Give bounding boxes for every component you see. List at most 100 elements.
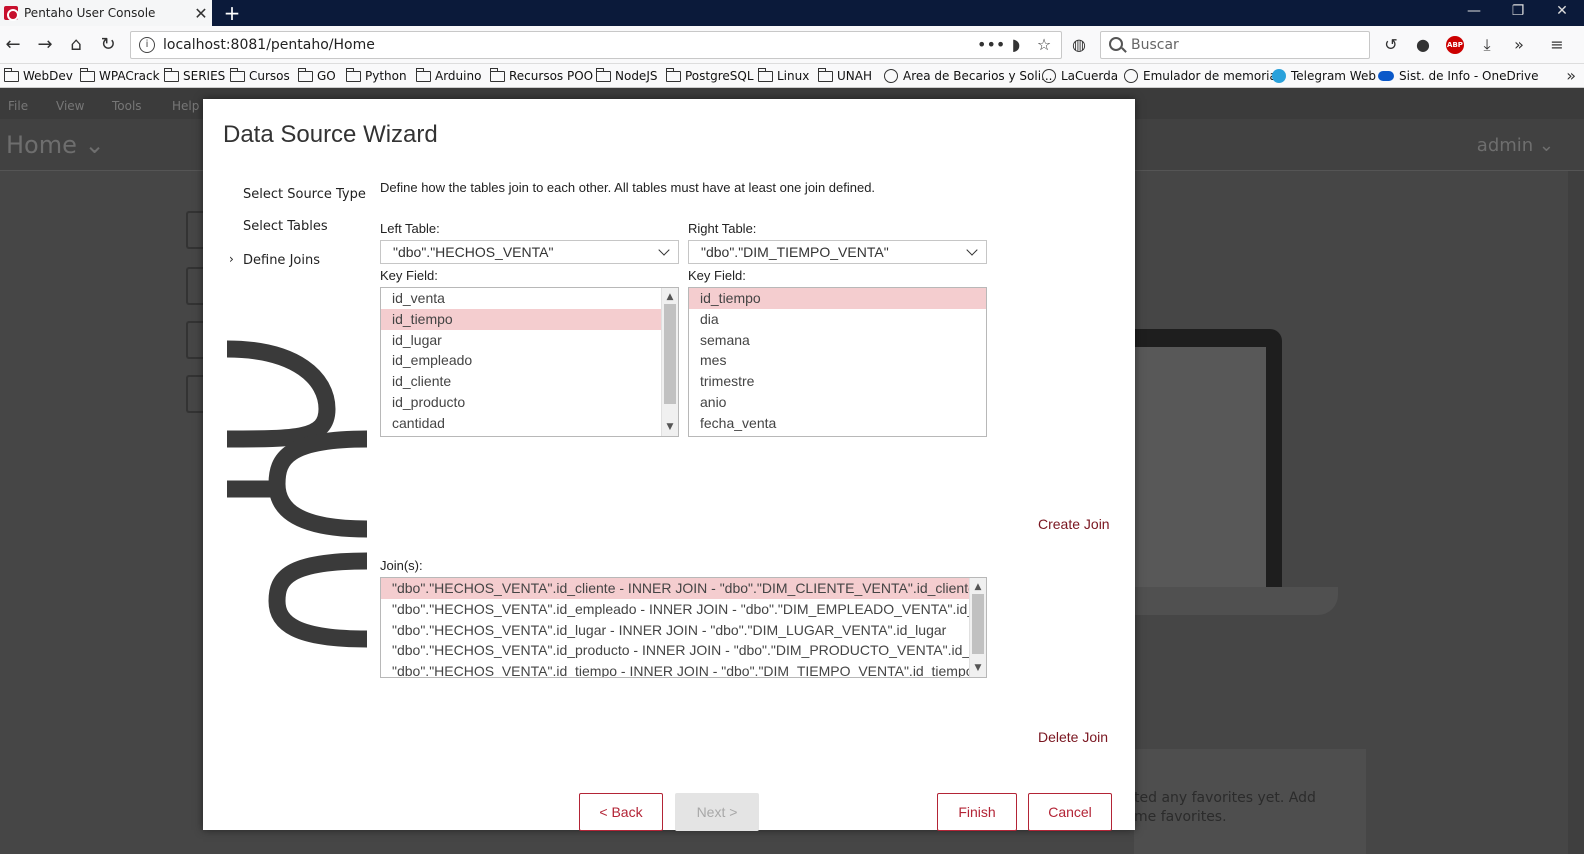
bookmark-item[interactable]: SERIES bbox=[164, 67, 225, 85]
step-define-joins[interactable]: Define Joins bbox=[243, 253, 320, 268]
bookmark-label: Python bbox=[365, 69, 407, 83]
close-window-icon[interactable]: ✕ bbox=[1540, 0, 1584, 26]
url-text[interactable]: localhost:8081/pentaho/Home bbox=[163, 37, 375, 53]
scrollbar-thumb[interactable] bbox=[972, 594, 984, 654]
bookmark-item[interactable]: WebDev bbox=[4, 67, 73, 85]
bookmark-item[interactable]: WPACrack bbox=[80, 67, 160, 85]
bookmark-item[interactable]: GO bbox=[298, 67, 336, 85]
joins-scrollbar[interactable]: ▲ ▼ bbox=[969, 578, 986, 677]
user-menu[interactable]: admin ⌄ bbox=[1477, 135, 1554, 156]
bookmark-item[interactable]: Arduino bbox=[416, 67, 481, 85]
right-key-field-option[interactable]: anio bbox=[689, 392, 986, 413]
left-key-field-option[interactable]: id_tiempo bbox=[381, 308, 661, 330]
join-item[interactable]: "dbo"."HECHOS_VENTA".id_producto - INNER… bbox=[381, 640, 986, 661]
left-table-select[interactable]: "dbo"."HECHOS_VENTA" bbox=[380, 240, 679, 264]
right-key-field-option[interactable]: id_tiempo bbox=[689, 288, 986, 309]
extension-globe-icon[interactable]: ◍ bbox=[1066, 32, 1092, 58]
site-info-icon[interactable]: i bbox=[139, 37, 155, 53]
bookmark-item[interactable]: Telegram Web bbox=[1272, 67, 1376, 85]
right-key-field-option[interactable]: mes bbox=[689, 350, 986, 371]
restore-window-icon[interactable]: ❐ bbox=[1496, 0, 1540, 26]
bookmark-label: Cursos bbox=[249, 69, 290, 83]
bookmark-item[interactable]: UNAH bbox=[818, 67, 872, 85]
right-key-field-option[interactable]: semana bbox=[689, 330, 986, 351]
scroll-up-icon[interactable]: ▲ bbox=[662, 290, 678, 304]
back-icon[interactable]: ← bbox=[0, 32, 26, 58]
step-select-tables[interactable]: Select Tables bbox=[243, 219, 328, 234]
address-bar[interactable]: i localhost:8081/pentaho/Home ••• ◗ ☆ bbox=[130, 31, 1062, 59]
create-join-button[interactable]: Create Join bbox=[1038, 516, 1110, 532]
cancel-button[interactable]: Cancel bbox=[1028, 793, 1112, 831]
scroll-up-icon[interactable]: ▲ bbox=[970, 580, 986, 594]
scrollbar-thumb[interactable] bbox=[664, 304, 676, 404]
left-key-field-option[interactable]: id_venta bbox=[381, 288, 661, 309]
delete-join-button[interactable]: Delete Join bbox=[1038, 729, 1108, 745]
new-tab-button[interactable]: + bbox=[220, 0, 244, 26]
menu-view[interactable]: View bbox=[56, 99, 84, 113]
right-table-select[interactable]: "dbo"."DIM_TIEMPO_VENTA" bbox=[688, 240, 987, 264]
download-icon[interactable]: ⤓ bbox=[1474, 32, 1500, 58]
join-item[interactable]: "dbo"."HECHOS_VENTA".id_lugar - INNER JO… bbox=[381, 620, 969, 641]
folder-icon bbox=[758, 67, 773, 82]
left-key-field-list[interactable]: id_venta id_tiempo id_lugar id_empleado id_c… bbox=[380, 287, 679, 437]
joins-list[interactable]: "dbo"."HECHOS_VENTA".id_cliente - INNER … bbox=[380, 577, 987, 678]
bookmark-label: UNAH bbox=[837, 69, 872, 83]
next-button[interactable]: Next > bbox=[675, 793, 759, 831]
home-icon[interactable]: ⌂ bbox=[63, 32, 89, 58]
adblock-icon[interactable]: ABP bbox=[1446, 36, 1464, 54]
menu-help[interactable]: Help bbox=[172, 99, 199, 113]
app-scrollbar[interactable] bbox=[1568, 171, 1584, 854]
bookmark-star-icon[interactable]: ☆ bbox=[1033, 35, 1055, 54]
join-item[interactable]: "dbo"."HECHOS_VENTA".id_cliente - INNER … bbox=[381, 578, 976, 599]
folder-icon bbox=[298, 67, 313, 82]
left-key-field-option[interactable]: id_empleado bbox=[381, 350, 661, 371]
bookmark-item[interactable]: Linux bbox=[758, 67, 809, 85]
back-button[interactable]: < Back bbox=[579, 793, 663, 831]
step-select-source-type[interactable]: Select Source Type bbox=[243, 187, 366, 202]
bookmarks-toolbar: » WebDev WPACrack SERIES Cursos GO Python Ardu… bbox=[0, 64, 1584, 88]
bookmark-item[interactable]: Area de Becarios y Soli... bbox=[884, 67, 1052, 85]
reload-icon[interactable]: ↻ bbox=[95, 32, 121, 58]
menu-icon[interactable]: ≡ bbox=[1544, 32, 1570, 58]
home-perspective-title[interactable]: Home ⌄ bbox=[6, 131, 105, 159]
current-step-chevron-icon: › bbox=[229, 252, 234, 266]
scroll-down-icon[interactable]: ▼ bbox=[662, 420, 678, 434]
history-icon[interactable]: ↺ bbox=[1378, 32, 1404, 58]
extension-icon[interactable]: ● bbox=[1410, 32, 1436, 58]
finish-button[interactable]: Finish bbox=[937, 793, 1017, 831]
right-key-field-option[interactable]: dia bbox=[689, 309, 986, 330]
menu-tools[interactable]: Tools bbox=[112, 99, 142, 113]
left-key-field-scrollbar[interactable]: ▲ ▼ bbox=[661, 288, 678, 436]
tab-close-icon[interactable]: ✕ bbox=[190, 4, 212, 23]
bookmark-item[interactable]: Python bbox=[346, 67, 407, 85]
left-key-field-option[interactable]: id_producto bbox=[381, 392, 661, 413]
bookmark-item[interactable]: LaCuerda bbox=[1042, 67, 1118, 85]
bookmark-item[interactable]: Recursos POO bbox=[490, 67, 593, 85]
join-item[interactable]: "dbo"."HECHOS_VENTA".id_tiempo - INNER J… bbox=[381, 661, 974, 677]
bookmark-item[interactable]: Emulador de memoria bbox=[1124, 67, 1277, 85]
bookmark-item[interactable]: Cursos bbox=[230, 67, 290, 85]
bookmark-item[interactable]: Sist. de Info - OneDrive bbox=[1378, 67, 1538, 85]
right-table-value: "dbo"."DIM_TIEMPO_VENTA" bbox=[701, 244, 889, 260]
scroll-down-icon[interactable]: ▼ bbox=[970, 661, 986, 675]
search-input[interactable]: Buscar bbox=[1131, 37, 1179, 53]
browser-tab[interactable]: Pentaho User Console ✕ bbox=[0, 0, 212, 26]
menu-file[interactable]: File bbox=[8, 99, 28, 113]
join-item[interactable]: "dbo"."HECHOS_VENTA".id_empleado - INNER… bbox=[381, 599, 986, 620]
page-actions-icon[interactable]: ••• bbox=[977, 35, 1005, 54]
left-key-field-option[interactable]: cantidad bbox=[381, 413, 661, 434]
right-key-field-option[interactable]: fecha_venta bbox=[689, 413, 986, 434]
pocket-icon[interactable]: ◗ bbox=[1005, 35, 1027, 54]
overflow-icon[interactable]: » bbox=[1506, 32, 1532, 58]
search-bar[interactable]: Buscar bbox=[1100, 31, 1370, 59]
forward-icon[interactable]: → bbox=[32, 32, 58, 58]
bookmarks-overflow-icon[interactable]: » bbox=[1566, 66, 1576, 85]
left-key-field-option[interactable]: id_lugar bbox=[381, 330, 661, 351]
bookmark-item[interactable]: PostgreSQL bbox=[666, 67, 754, 85]
right-key-field-option[interactable]: trimestre bbox=[689, 371, 986, 392]
left-key-field-option[interactable]: id_cliente bbox=[381, 371, 661, 392]
bookmark-item[interactable]: NodeJS bbox=[596, 67, 657, 85]
right-key-field-list[interactable]: id_tiempo dia semana mes trimestre anio fecha_… bbox=[688, 287, 987, 437]
bookmark-label: LaCuerda bbox=[1061, 69, 1119, 83]
minimize-window-icon[interactable]: — bbox=[1452, 0, 1496, 26]
